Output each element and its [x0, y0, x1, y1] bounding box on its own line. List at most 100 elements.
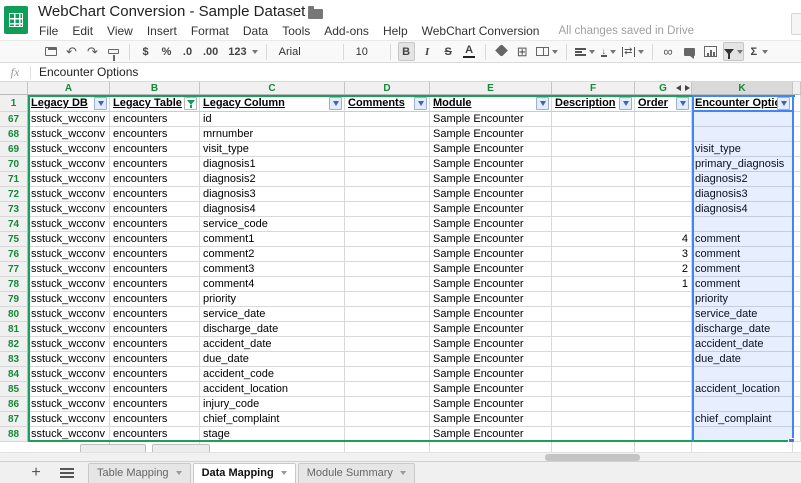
cell-k77[interactable]: comment	[692, 262, 793, 277]
cell-d84[interactable]	[345, 367, 430, 382]
menu-edit[interactable]: Edit	[65, 24, 100, 38]
row-header-88[interactable]: 88	[0, 427, 28, 442]
cell-g84[interactable]	[635, 367, 692, 382]
insert-chart-icon[interactable]	[702, 42, 719, 61]
cell-d70[interactable]	[345, 157, 430, 172]
cell-b82[interactable]: encounters	[110, 337, 200, 352]
cell-d67[interactable]	[345, 112, 430, 127]
cell-k70[interactable]: primary_diagnosis	[692, 157, 793, 172]
cell-d75[interactable]	[345, 232, 430, 247]
cell-a88[interactable]: sstuck_wcconv	[28, 427, 110, 442]
cell-d72[interactable]	[345, 187, 430, 202]
cell-a74[interactable]: sstuck_wcconv	[28, 217, 110, 232]
cell-f74[interactable]	[552, 217, 635, 232]
filter-dropdown-icon[interactable]	[777, 97, 790, 110]
cell-b83[interactable]: encounters	[110, 352, 200, 367]
filter-active-icon[interactable]	[184, 97, 197, 110]
cell-e70[interactable]: Sample Encounter	[430, 157, 552, 172]
cell-g73[interactable]	[635, 202, 692, 217]
cell-d76[interactable]	[345, 247, 430, 262]
cell-e84[interactable]: Sample Encounter	[430, 367, 552, 382]
sheet-tab-data-mapping[interactable]: Data Mapping	[193, 463, 296, 483]
cell-a67[interactable]: sstuck_wcconv	[28, 112, 110, 127]
row-header-84[interactable]: 84	[0, 367, 28, 382]
cell-c78[interactable]: comment4	[200, 277, 345, 292]
cell-c81[interactable]: discharge_date	[200, 322, 345, 337]
cell-g74[interactable]	[635, 217, 692, 232]
row-header-73[interactable]: 73	[0, 202, 28, 217]
cell-f72[interactable]	[552, 187, 635, 202]
cell-k68[interactable]	[692, 127, 793, 142]
column-header-c[interactable]: C	[200, 82, 345, 94]
functions-button[interactable]: Σ	[748, 42, 770, 61]
cell-d71[interactable]	[345, 172, 430, 187]
fill-color-icon[interactable]	[493, 42, 510, 61]
menu-file[interactable]: File	[32, 24, 65, 38]
header-cell-d1[interactable]: Comments	[345, 95, 430, 112]
row-header-1[interactable]: 1	[0, 95, 28, 112]
cell-c80[interactable]: service_date	[200, 307, 345, 322]
filter-dropdown-icon[interactable]	[329, 97, 342, 110]
cell-g72[interactable]	[635, 187, 692, 202]
caret-down-icon[interactable]	[176, 471, 182, 475]
all-sheets-icon[interactable]	[60, 468, 74, 478]
cell-f71[interactable]	[552, 172, 635, 187]
italic-button[interactable]: I	[419, 42, 436, 61]
cell-g79[interactable]	[635, 292, 692, 307]
cell-b87[interactable]: encounters	[110, 412, 200, 427]
cell-d82[interactable]	[345, 337, 430, 352]
cell-k79[interactable]: priority	[692, 292, 793, 307]
cell-c76[interactable]: comment2	[200, 247, 345, 262]
cell-g78[interactable]: 1	[635, 277, 692, 292]
cell-c69[interactable]: visit_type	[200, 142, 345, 157]
format-currency-button[interactable]: $	[137, 42, 154, 61]
cell-f67[interactable]	[552, 112, 635, 127]
cell-d77[interactable]	[345, 262, 430, 277]
cell-k74[interactable]	[692, 217, 793, 232]
cell-c70[interactable]: diagnosis1	[200, 157, 345, 172]
cell-b80[interactable]: encounters	[110, 307, 200, 322]
cell-f75[interactable]	[552, 232, 635, 247]
filter-dropdown-icon[interactable]	[414, 97, 427, 110]
column-header-g[interactable]: G	[635, 82, 692, 94]
cell-k82[interactable]: accident_date	[692, 337, 793, 352]
header-cell-c1[interactable]: Legacy Column	[200, 95, 345, 112]
borders-icon[interactable]: ⊞	[514, 42, 531, 61]
header-cell-g1[interactable]: Order	[635, 95, 692, 112]
menu-webchart-conversion[interactable]: WebChart Conversion	[415, 24, 547, 38]
print-icon[interactable]	[42, 42, 59, 61]
cell-f70[interactable]	[552, 157, 635, 172]
cell-e78[interactable]: Sample Encounter	[430, 277, 552, 292]
cell-b68[interactable]: encounters	[110, 127, 200, 142]
cell-b69[interactable]: encounters	[110, 142, 200, 157]
cell-a87[interactable]: sstuck_wcconv	[28, 412, 110, 427]
cell-c86[interactable]: injury_code	[200, 397, 345, 412]
hidden-columns-left-arrow-icon[interactable]	[676, 85, 681, 91]
column-header-f[interactable]: F	[552, 82, 635, 94]
cell-k83[interactable]: due_date	[692, 352, 793, 367]
cell-k78[interactable]: comment	[692, 277, 793, 292]
menu-tools[interactable]: Tools	[275, 24, 317, 38]
increase-decimals-button[interactable]: .00	[200, 42, 221, 61]
cell-g75[interactable]: 4	[635, 232, 692, 247]
cell-a80[interactable]: sstuck_wcconv	[28, 307, 110, 322]
caret-down-icon[interactable]	[281, 471, 287, 475]
vertical-align-icon[interactable]: ↓	[600, 42, 618, 61]
column-header-e[interactable]: E	[430, 82, 552, 94]
row-header-71[interactable]: 71	[0, 172, 28, 187]
cell-a86[interactable]: sstuck_wcconv	[28, 397, 110, 412]
cell-g80[interactable]	[635, 307, 692, 322]
cell-d87[interactable]	[345, 412, 430, 427]
header-cell-b1[interactable]: Legacy Table	[110, 95, 200, 112]
cell-k87[interactable]: chief_complaint	[692, 412, 793, 427]
cell-d68[interactable]	[345, 127, 430, 142]
cell-a82[interactable]: sstuck_wcconv	[28, 337, 110, 352]
row-header-86[interactable]: 86	[0, 397, 28, 412]
cell-c84[interactable]: accident_code	[200, 367, 345, 382]
cell-b84[interactable]: encounters	[110, 367, 200, 382]
header-cell-e1[interactable]: Module	[430, 95, 552, 112]
cell-d78[interactable]	[345, 277, 430, 292]
cell-b75[interactable]: encounters	[110, 232, 200, 247]
horizontal-align-icon[interactable]	[574, 42, 596, 61]
cell-b72[interactable]: encounters	[110, 187, 200, 202]
